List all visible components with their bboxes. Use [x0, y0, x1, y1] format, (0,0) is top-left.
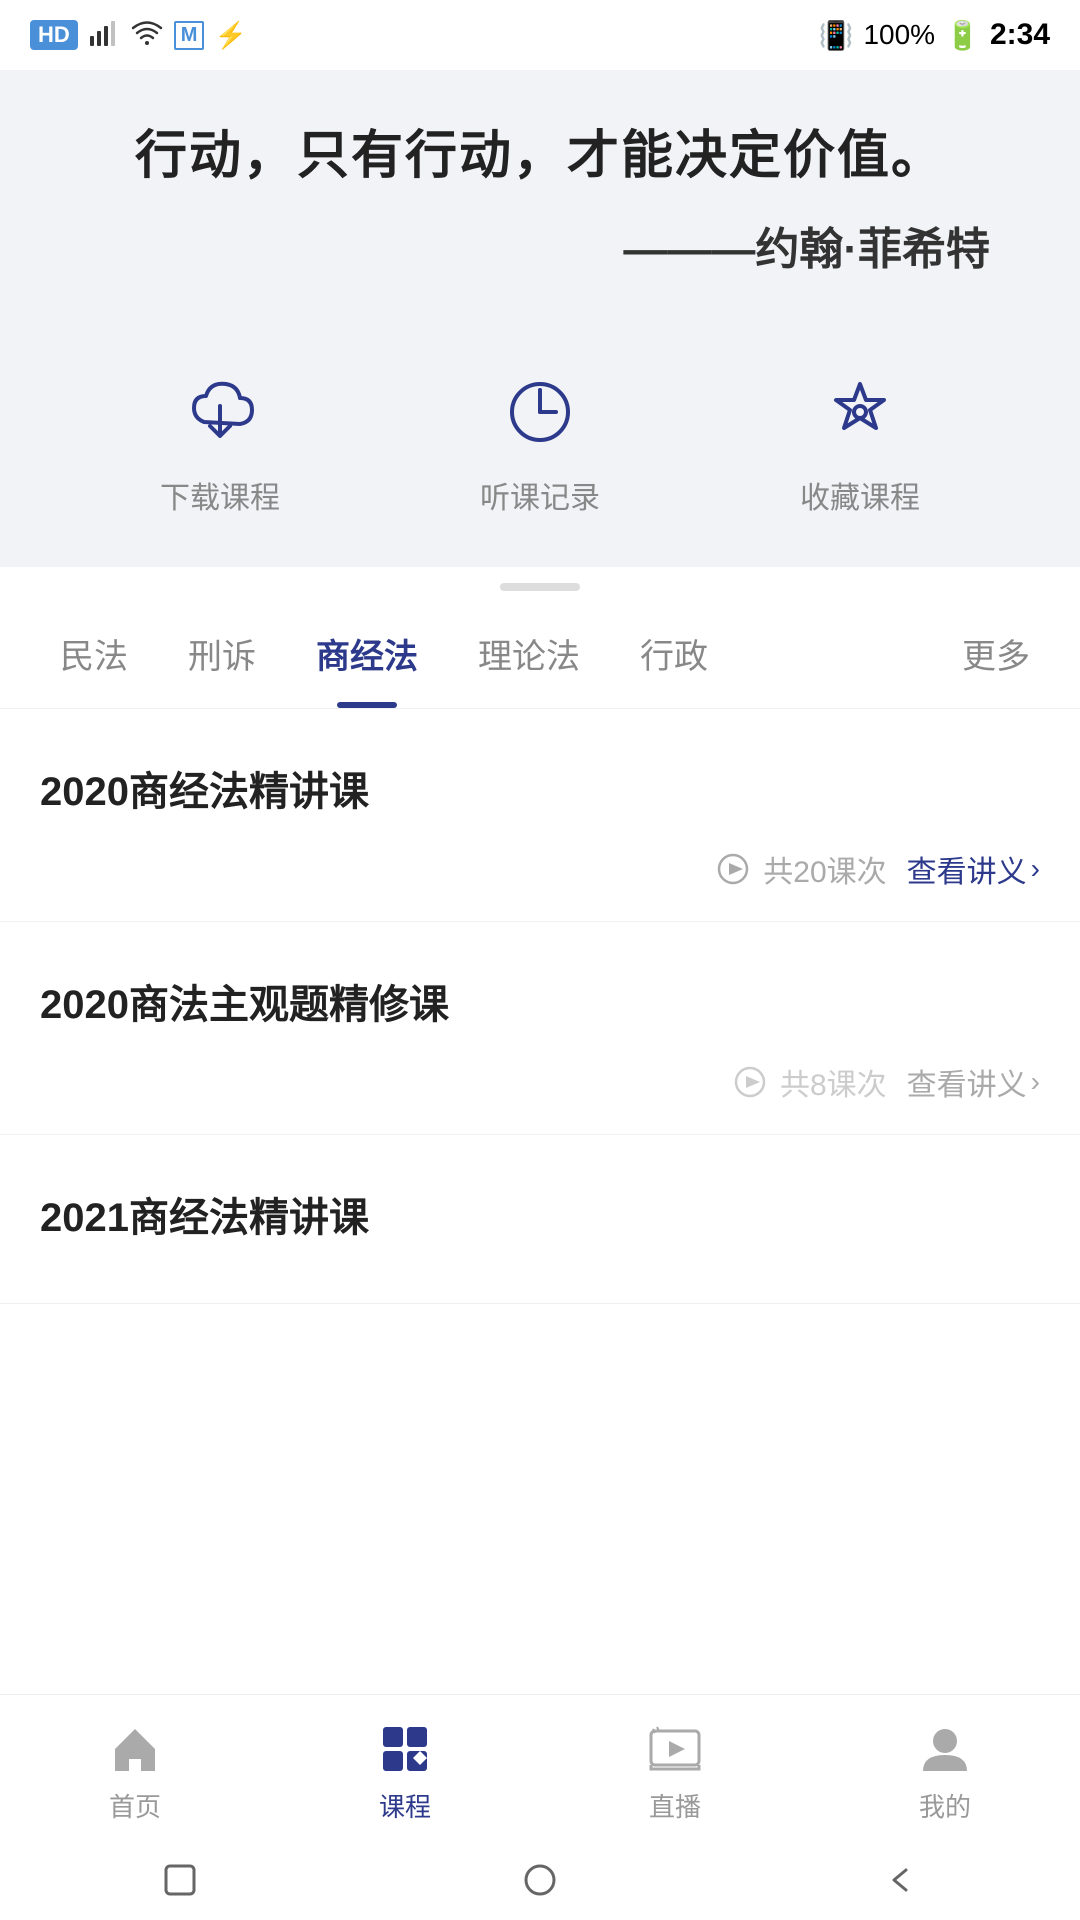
- course-item-2[interactable]: 2020商法主观题精修课 共8课次 查看讲义 ›: [0, 922, 1080, 1135]
- time-display: 2:34: [990, 18, 1050, 52]
- download-label: 下载课程: [160, 473, 280, 517]
- nav-courses-label: 课程: [379, 1787, 431, 1824]
- nav-live-label: 直播: [649, 1787, 701, 1824]
- drag-handle: [0, 567, 1080, 599]
- tabs-container: 民法 刑诉 商经法 理论法 行政 更多: [0, 599, 1080, 709]
- nav-mine[interactable]: 我的: [845, 1719, 1045, 1824]
- course-count-1: 共20课次: [715, 847, 886, 891]
- tab-minfa[interactable]: 民法: [30, 599, 158, 708]
- vibrate-icon: 📳: [819, 19, 854, 52]
- course-link-2[interactable]: 查看讲义 ›: [907, 1060, 1040, 1104]
- quick-action-favorites[interactable]: 收藏课程: [800, 367, 920, 517]
- network-icon: [88, 16, 120, 55]
- nav-mine-label: 我的: [919, 1787, 971, 1824]
- quote-author: ———约翰·菲希特: [60, 213, 1020, 277]
- tab-lilunfa[interactable]: 理论法: [448, 599, 610, 708]
- course-title-2: 2020商法主观题精修课: [40, 972, 1040, 1030]
- usb-icon: ⚡: [214, 20, 246, 51]
- tab-more[interactable]: 更多: [942, 599, 1050, 708]
- course-item-1[interactable]: 2020商经法精讲课 共20课次 查看讲义 ›: [0, 709, 1080, 922]
- chevron-right-icon-2: ›: [1031, 1066, 1040, 1098]
- tab-xingzheng[interactable]: 行政: [610, 599, 738, 708]
- course-meta-2: 共8课次 查看讲义 ›: [40, 1060, 1040, 1104]
- status-left: HD M ⚡: [30, 15, 247, 56]
- user-icon: [915, 1719, 975, 1779]
- course-item-3[interactable]: 2021商经法精讲课: [0, 1135, 1080, 1304]
- course-count-2: 共8课次: [732, 1060, 887, 1104]
- system-nav-bar: [0, 1840, 1080, 1920]
- clock-icon: [495, 367, 585, 457]
- live-icon: [645, 1719, 705, 1779]
- cloud-download-icon: [175, 367, 265, 457]
- favorites-label: 收藏课程: [800, 473, 920, 517]
- tab-shangjingfa[interactable]: 商经法: [286, 599, 448, 708]
- bottom-nav: 首页 课程 直播: [0, 1694, 1080, 1840]
- sys-back-btn[interactable]: [870, 1850, 930, 1910]
- history-label: 听课记录: [480, 473, 600, 517]
- battery-text: 100%: [863, 19, 935, 51]
- nav-home[interactable]: 首页: [35, 1719, 235, 1824]
- quick-action-history[interactable]: 听课记录: [480, 367, 600, 517]
- wifi-icon: [130, 15, 164, 56]
- quote-main: 行动，只有行动，才能决定价值。: [60, 120, 1020, 193]
- quick-actions: 下载课程 听课记录 收藏课程: [0, 327, 1080, 567]
- status-bar: HD M ⚡ 📳 100% 🔋 2:34: [0, 0, 1080, 70]
- drag-handle-bar: [500, 583, 580, 591]
- course-list: 2020商经法精讲课 共20课次 查看讲义 › 2020商法主观题精修课: [0, 709, 1080, 1304]
- course-title-1: 2020商经法精讲课: [40, 759, 1040, 817]
- course-link-1[interactable]: 查看讲义 ›: [907, 847, 1040, 891]
- hd-badge: HD: [30, 20, 78, 50]
- tab-xingsu[interactable]: 刑诉: [158, 599, 286, 708]
- chevron-right-icon: ›: [1031, 853, 1040, 885]
- courses-icon: [375, 1719, 435, 1779]
- star-icon: [815, 367, 905, 457]
- nav-live[interactable]: 直播: [575, 1719, 775, 1824]
- status-right: 📳 100% 🔋 2:34: [819, 18, 1050, 52]
- nav-home-label: 首页: [109, 1787, 161, 1824]
- banner-section: 行动，只有行动，才能决定价值。 ———约翰·菲希特: [0, 70, 1080, 327]
- home-icon: [105, 1719, 165, 1779]
- nav-courses[interactable]: 课程: [305, 1719, 505, 1824]
- sys-circle-btn[interactable]: [510, 1850, 570, 1910]
- course-title-3: 2021商经法精讲课: [40, 1185, 1040, 1243]
- quick-action-download[interactable]: 下载课程: [160, 367, 280, 517]
- chip-icon: M: [174, 21, 205, 50]
- course-meta-1: 共20课次 查看讲义 ›: [40, 847, 1040, 891]
- battery-icon: 🔋: [945, 19, 980, 52]
- sys-square-btn[interactable]: [150, 1850, 210, 1910]
